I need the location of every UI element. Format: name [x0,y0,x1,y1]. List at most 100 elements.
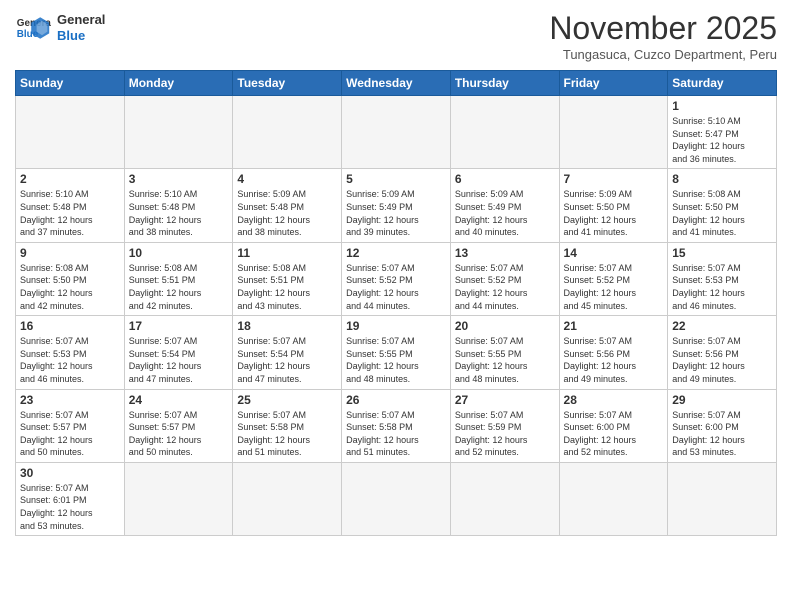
calendar-cell: 22 Sunrise: 5:07 AM Sunset: 5:56 PM Dayli… [668,316,777,389]
day-number: 13 [455,246,555,260]
calendar-cell: 29Sunrise: 5:07 AM Sunset: 6:00 PM Dayli… [668,389,777,462]
day-info: Sunrise: 5:07 AM Sunset: 5:53 PM Dayligh… [20,335,120,385]
day-number: 24 [129,393,229,407]
day-number: 23 [20,393,120,407]
location-subtitle: Tungasuca, Cuzco Department, Peru [549,47,777,62]
calendar-cell [124,462,233,535]
calendar-cell [559,96,668,169]
calendar-cell: 10 Sunrise: 5:08 AM Sunset: 5:51 PM Dayli… [124,242,233,315]
day-number: 7 [564,172,664,186]
logo-icon: General Blue [15,10,51,46]
calendar-cell: 16 Sunrise: 5:07 AM Sunset: 5:53 PM Dayli… [16,316,125,389]
weekday-header-tuesday: Tuesday [233,71,342,96]
day-info: Sunrise: 5:07 AM Sunset: 5:53 PM Dayligh… [672,262,772,312]
day-info: Sunrise: 5:07 AM Sunset: 5:58 PM Dayligh… [237,409,337,459]
day-info: Sunrise: 5:07 AM Sunset: 5:59 PM Dayligh… [455,409,555,459]
day-number: 30 [20,466,120,480]
calendar-cell: 15 Sunrise: 5:07 AM Sunset: 5:53 PM Dayli… [668,242,777,315]
day-info: Sunrise: 5:08 AM Sunset: 5:51 PM Dayligh… [237,262,337,312]
weekday-header-sunday: Sunday [16,71,125,96]
calendar-week-row: 16 Sunrise: 5:07 AM Sunset: 5:53 PM Dayli… [16,316,777,389]
day-info: Sunrise: 5:10 AM Sunset: 5:47 PM Dayligh… [672,115,772,165]
day-number: 8 [672,172,772,186]
calendar-cell [233,462,342,535]
day-info: Sunrise: 5:09 AM Sunset: 5:49 PM Dayligh… [346,188,446,238]
calendar-cell: 25 Sunrise: 5:07 AM Sunset: 5:58 PM Dayli… [233,389,342,462]
title-block: November 2025 Tungasuca, Cuzco Departmen… [549,10,777,62]
weekday-header-wednesday: Wednesday [342,71,451,96]
day-info: Sunrise: 5:07 AM Sunset: 5:56 PM Dayligh… [564,335,664,385]
day-info: Sunrise: 5:07 AM Sunset: 5:52 PM Dayligh… [455,262,555,312]
calendar-cell: 26 Sunrise: 5:07 AM Sunset: 5:58 PM Dayli… [342,389,451,462]
calendar-cell: 9 Sunrise: 5:08 AM Sunset: 5:50 PM Daylig… [16,242,125,315]
day-info: Sunrise: 5:07 AM Sunset: 5:52 PM Dayligh… [564,262,664,312]
day-number: 11 [237,246,337,260]
calendar-cell: 24 Sunrise: 5:07 AM Sunset: 5:57 PM Dayli… [124,389,233,462]
day-number: 20 [455,319,555,333]
day-number: 9 [20,246,120,260]
logo-general-text: General [57,12,105,28]
day-number: 15 [672,246,772,260]
calendar-cell: 12Sunrise: 5:07 AM Sunset: 5:52 PM Dayli… [342,242,451,315]
calendar-week-row: 23 Sunrise: 5:07 AM Sunset: 5:57 PM Dayli… [16,389,777,462]
weekday-header-friday: Friday [559,71,668,96]
calendar-cell: 21Sunrise: 5:07 AM Sunset: 5:56 PM Dayli… [559,316,668,389]
day-number: 12 [346,246,446,260]
calendar-cell: 6Sunrise: 5:09 AM Sunset: 5:49 PM Daylig… [450,169,559,242]
calendar-cell: 5 Sunrise: 5:09 AM Sunset: 5:49 PM Daylig… [342,169,451,242]
day-number: 10 [129,246,229,260]
day-number: 18 [237,319,337,333]
calendar-cell [342,462,451,535]
day-number: 5 [346,172,446,186]
day-number: 28 [564,393,664,407]
day-info: Sunrise: 5:10 AM Sunset: 5:48 PM Dayligh… [129,188,229,238]
logo: General Blue General Blue [15,10,105,46]
calendar-cell: 1 Sunrise: 5:10 AM Sunset: 5:47 PM Daylig… [668,96,777,169]
calendar-cell [559,462,668,535]
day-number: 25 [237,393,337,407]
day-number: 22 [672,319,772,333]
day-info: Sunrise: 5:08 AM Sunset: 5:51 PM Dayligh… [129,262,229,312]
weekday-header-monday: Monday [124,71,233,96]
calendar-week-row: 2 Sunrise: 5:10 AM Sunset: 5:48 PM Daylig… [16,169,777,242]
calendar-cell: 23Sunrise: 5:07 AM Sunset: 5:57 PM Dayli… [16,389,125,462]
calendar-cell [124,96,233,169]
calendar-cell [450,462,559,535]
logo-blue-text: Blue [57,28,105,44]
month-title: November 2025 [549,10,777,47]
calendar-cell [342,96,451,169]
day-number: 26 [346,393,446,407]
calendar-cell: 13 Sunrise: 5:07 AM Sunset: 5:52 PM Dayli… [450,242,559,315]
day-info: Sunrise: 5:07 AM Sunset: 5:56 PM Dayligh… [672,335,772,385]
day-number: 16 [20,319,120,333]
day-info: Sunrise: 5:08 AM Sunset: 5:50 PM Dayligh… [672,188,772,238]
calendar-week-row: 30 Sunrise: 5:07 AM Sunset: 6:01 PM Dayli… [16,462,777,535]
weekday-header-saturday: Saturday [668,71,777,96]
calendar-cell: 19 Sunrise: 5:07 AM Sunset: 5:55 PM Dayli… [342,316,451,389]
calendar-cell: 27Sunrise: 5:07 AM Sunset: 5:59 PM Dayli… [450,389,559,462]
day-number: 14 [564,246,664,260]
day-info: Sunrise: 5:08 AM Sunset: 5:50 PM Dayligh… [20,262,120,312]
day-number: 2 [20,172,120,186]
day-info: Sunrise: 5:09 AM Sunset: 5:49 PM Dayligh… [455,188,555,238]
day-number: 1 [672,99,772,113]
calendar-cell: 8 Sunrise: 5:08 AM Sunset: 5:50 PM Daylig… [668,169,777,242]
calendar-cell: 2Sunrise: 5:10 AM Sunset: 5:48 PM Daylig… [16,169,125,242]
day-info: Sunrise: 5:07 AM Sunset: 5:54 PM Dayligh… [129,335,229,385]
calendar-cell [450,96,559,169]
calendar-cell: 7 Sunrise: 5:09 AM Sunset: 5:50 PM Daylig… [559,169,668,242]
day-info: Sunrise: 5:07 AM Sunset: 5:54 PM Dayligh… [237,335,337,385]
day-info: Sunrise: 5:09 AM Sunset: 5:50 PM Dayligh… [564,188,664,238]
calendar-cell: 14 Sunrise: 5:07 AM Sunset: 5:52 PM Dayli… [559,242,668,315]
day-info: Sunrise: 5:07 AM Sunset: 6:01 PM Dayligh… [20,482,120,532]
calendar-header-row: SundayMondayTuesdayWednesdayThursdayFrid… [16,71,777,96]
calendar-cell [668,462,777,535]
day-info: Sunrise: 5:07 AM Sunset: 5:55 PM Dayligh… [346,335,446,385]
day-info: Sunrise: 5:07 AM Sunset: 5:58 PM Dayligh… [346,409,446,459]
calendar-cell: 20Sunrise: 5:07 AM Sunset: 5:55 PM Dayli… [450,316,559,389]
day-number: 17 [129,319,229,333]
page-header: General Blue General Blue November 2025 … [15,10,777,62]
day-info: Sunrise: 5:07 AM Sunset: 5:57 PM Dayligh… [129,409,229,459]
day-info: Sunrise: 5:07 AM Sunset: 6:00 PM Dayligh… [564,409,664,459]
day-number: 19 [346,319,446,333]
